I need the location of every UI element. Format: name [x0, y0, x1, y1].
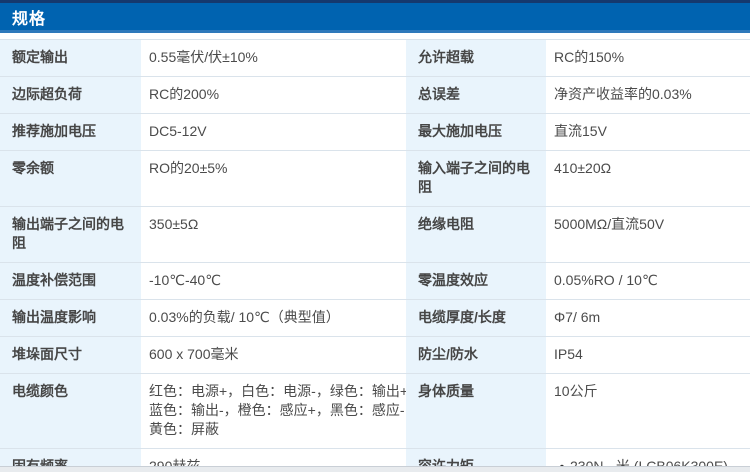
spec-label-right: 最大施加电压 [406, 114, 546, 150]
spec-label-left: 推荐施加电压 [0, 114, 141, 150]
spec-value-line: RC的150% [554, 49, 625, 65]
page-title: 规格 [12, 10, 47, 28]
spec-label-right: 防尘/防水 [406, 337, 546, 373]
spec-value-line: 350±5Ω [149, 216, 199, 232]
spec-value-right: 410±20Ω [546, 151, 750, 206]
spec-table: 额定输出 0.55毫伏/伏±10% 允许超载 RC的150% 边际超负荷 RC的200% 总… [0, 39, 750, 472]
spec-value-right: Φ7/ 6m [546, 300, 750, 336]
spec-value-line: 黄色：屏蔽 [149, 421, 219, 437]
spec-value-left: RC的200% [141, 77, 406, 113]
spec-label-left: 温度补偿范围 [0, 263, 141, 299]
spec-value-left: DC5-12V [141, 114, 406, 150]
spec-label-left: 输出温度影响 [0, 300, 141, 336]
spec-label-right: 身体质量 [406, 374, 546, 448]
spec-value-line: 600 x 700毫米 [149, 346, 239, 362]
spec-row: 电缆颜色 红色：电源+，白色：电源-，绿色：输出+， 蓝色：输出-，橙色：感应+，黑… [0, 373, 750, 448]
spec-row: 输出温度影响 0.03%的负载/ 10℃（典型值） 电缆厚度/长度 Φ7/ 6m [0, 299, 750, 336]
spec-value-line: 410±20Ω [554, 160, 612, 176]
spec-value-line: 0.55毫伏/伏±10% [149, 49, 258, 65]
spec-value-line: 0.03%的负载/ 10℃（典型值） [149, 309, 340, 325]
spec-value-line: 直流15V [554, 123, 607, 139]
spec-label-left: 额定输出 [0, 40, 141, 76]
spec-label-left: 堆垛面尺寸 [0, 337, 141, 373]
spec-value-right: RC的150% [546, 40, 750, 76]
spec-label-left: 零余额 [0, 151, 141, 206]
spec-label-left: 输出端子之间的电阻 [0, 207, 141, 262]
spec-row: 额定输出 0.55毫伏/伏±10% 允许超载 RC的150% [0, 39, 750, 76]
spec-value-line: -10℃-40℃ [149, 272, 221, 288]
spec-value-right: 直流15V [546, 114, 750, 150]
spec-value-left: 600 x 700毫米 [141, 337, 406, 373]
spec-label-right: 电缆厚度/长度 [406, 300, 546, 336]
spec-label-right: 绝缘电阻 [406, 207, 546, 262]
spec-value-left: RO的20±5% [141, 151, 406, 206]
spec-value-line: DC5-12V [149, 123, 207, 139]
spec-label-right: 总误差 [406, 77, 546, 113]
bottom-edge-strip [0, 466, 750, 472]
spec-value-line: 红色：电源+，白色：电源-，绿色：输出+， [149, 383, 423, 399]
spec-value-right: IP54 [546, 337, 750, 373]
spec-value-line: 0.05%RO / 10℃ [554, 272, 658, 288]
spec-value-right: 净资产收益率的0.03% [546, 77, 750, 113]
spec-label-left: 电缆颜色 [0, 374, 141, 448]
spec-value-left: 0.03%的负载/ 10℃（典型值） [141, 300, 406, 336]
spec-row: 零余额 RO的20±5% 输入端子之间的电阻 410±20Ω [0, 150, 750, 206]
spec-page: 规格 额定输出 0.55毫伏/伏±10% 允许超载 RC的150% 边际超负荷 RC的20… [0, 0, 750, 472]
spec-value-line: 净资产收益率的0.03% [554, 86, 692, 102]
spec-value-line: 5000MΩ/直流50V [554, 216, 665, 232]
spec-value-line: 蓝色：输出-，橙色：感应+，黑色：感应-， [149, 402, 419, 418]
spec-row: 输出端子之间的电阻 350±5Ω 绝缘电阻 5000MΩ/直流50V [0, 206, 750, 262]
spec-row: 温度补偿范围 -10℃-40℃ 零温度效应 0.05%RO / 10℃ [0, 262, 750, 299]
spec-value-line: RC的200% [149, 86, 220, 102]
spec-value-left: -10℃-40℃ [141, 263, 406, 299]
spec-label-right: 输入端子之间的电阻 [406, 151, 546, 206]
spec-row: 推荐施加电压 DC5-12V 最大施加电压 直流15V [0, 113, 750, 150]
section-header: 规格 [0, 3, 750, 33]
spec-row: 堆垛面尺寸 600 x 700毫米 防尘/防水 IP54 [0, 336, 750, 373]
spec-value-right: 10公斤 [546, 374, 750, 448]
spec-value-line: RO的20±5% [149, 160, 228, 176]
spec-value-right: 0.05%RO / 10℃ [546, 263, 750, 299]
spec-label-left: 边际超负荷 [0, 77, 141, 113]
spec-value-left: 0.55毫伏/伏±10% [141, 40, 406, 76]
spec-row: 边际超负荷 RC的200% 总误差 净资产收益率的0.03% [0, 76, 750, 113]
spec-label-right: 允许超载 [406, 40, 546, 76]
spec-value-line: 10公斤 [554, 383, 598, 399]
spec-value-left: 红色：电源+，白色：电源-，绿色：输出+， 蓝色：输出-，橙色：感应+，黑色：感应… [141, 374, 423, 448]
spec-value-left: 350±5Ω [141, 207, 406, 262]
spec-value-right: 5000MΩ/直流50V [546, 207, 750, 262]
spec-label-right: 零温度效应 [406, 263, 546, 299]
spec-value-line: IP54 [554, 346, 583, 362]
spec-value-line: Φ7/ 6m [554, 309, 601, 325]
